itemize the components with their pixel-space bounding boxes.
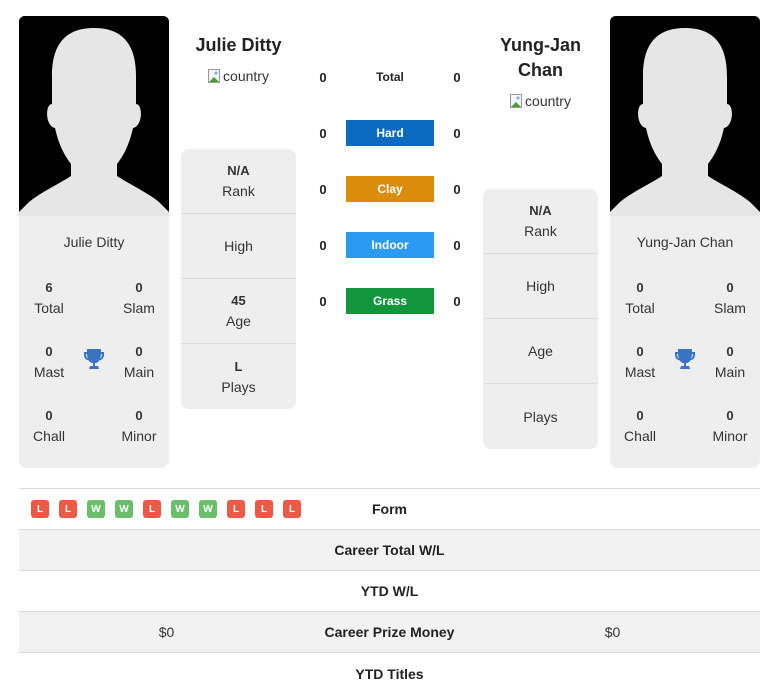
player1-age: 45 Age bbox=[181, 279, 296, 344]
row-label: Career Total W/L bbox=[334, 542, 445, 558]
player1-stat-chall: 0 Chall bbox=[33, 408, 65, 444]
surface-clay-label: Clay bbox=[346, 176, 434, 202]
silhouette-icon bbox=[19, 16, 169, 216]
player2-plays: Plays bbox=[523, 408, 558, 425]
form-badge-loss[interactable]: L bbox=[255, 500, 273, 518]
table-row: YTD Titles bbox=[19, 653, 760, 694]
surface-hard-label: Hard bbox=[346, 120, 434, 146]
silhouette-icon bbox=[610, 16, 760, 216]
player1-value: $0 bbox=[158, 624, 175, 640]
surface-indoor-label: Indoor bbox=[346, 232, 434, 258]
player2-stat-chall: 0 Chall bbox=[624, 408, 656, 444]
p1-total-count: 0 bbox=[319, 69, 327, 85]
surface-row-clay: 0 Clay 0 bbox=[310, 175, 470, 203]
p2-hard-count: 0 bbox=[453, 125, 461, 141]
p2-grass-count: 0 bbox=[453, 293, 461, 309]
player2-high: High bbox=[483, 254, 598, 319]
player1-stat-main: 0 Main bbox=[123, 344, 155, 380]
row-label: Career Prize Money bbox=[324, 624, 455, 640]
form-badge-win[interactable]: W bbox=[199, 500, 217, 518]
surface-row-hard: 0 Hard 0 bbox=[310, 119, 470, 147]
form-badge-win[interactable]: W bbox=[171, 500, 189, 518]
surface-row-grass: 0 Grass 0 bbox=[310, 287, 470, 315]
player2-stat-mast: 0 Mast bbox=[624, 344, 656, 380]
player2-age: Age bbox=[483, 319, 598, 384]
broken-image-icon bbox=[208, 69, 222, 83]
form-badge-loss[interactable]: L bbox=[59, 500, 77, 518]
table-row: $0 Career Prize Money $0 bbox=[19, 612, 760, 653]
player2-info-panel: N/A Rank High Age Plays bbox=[483, 189, 598, 449]
player2-card: Yung-Jan Chan 0 Total 0 Slam 0 Mast 0 Main 0… bbox=[610, 216, 760, 468]
table-row: YTD W/L bbox=[19, 571, 760, 612]
player2-card-name: Yung-Jan Chan bbox=[636, 234, 734, 250]
player1-card: Julie Ditty 6 Total 0 Slam 0 Mast 0 Main 0 Ch… bbox=[19, 216, 169, 468]
form-badge-loss[interactable]: L bbox=[143, 500, 161, 518]
surface-total-label: Total bbox=[376, 70, 404, 84]
p2-indoor-count: 0 bbox=[453, 237, 461, 253]
player1-form-badges: LLWWLWWLLL bbox=[19, 500, 314, 518]
p1-hard-count: 0 bbox=[319, 125, 327, 141]
player2-rank: N/A Rank bbox=[483, 189, 598, 254]
player1-stat-total: 6 Total bbox=[34, 280, 64, 316]
surface-grass-label: Grass bbox=[346, 288, 434, 314]
trophy-icon bbox=[675, 349, 695, 369]
trophy-icon bbox=[84, 349, 104, 369]
player1-high: High bbox=[181, 214, 296, 279]
player1-card-name: Julie Ditty bbox=[63, 234, 125, 250]
table-row: Career Total W/L bbox=[19, 530, 760, 571]
player1-info-panel: N/A Rank High 45 Age L Plays bbox=[181, 149, 296, 409]
broken-image-icon bbox=[510, 94, 524, 108]
player1-country-flag: country bbox=[181, 68, 296, 84]
comparison-table: LLWWLWWLLL Form Career Total W/L YTD W/L… bbox=[19, 488, 760, 694]
player1-stat-minor: 0 Minor bbox=[121, 408, 157, 444]
player2-stat-main: 0 Main bbox=[714, 344, 746, 380]
form-badge-win[interactable]: W bbox=[87, 500, 105, 518]
form-badge-loss[interactable]: L bbox=[283, 500, 301, 518]
player1-rank: N/A Rank bbox=[181, 149, 296, 214]
player1-plays: L Plays bbox=[221, 358, 256, 395]
player2-stat-minor: 0 Minor bbox=[712, 408, 748, 444]
surface-row-total: 0 Total 0 bbox=[310, 63, 470, 91]
form-badge-win[interactable]: W bbox=[115, 500, 133, 518]
form-badge-loss[interactable]: L bbox=[227, 500, 245, 518]
player2-stat-total: 0 Total bbox=[625, 280, 655, 316]
form-label: Form bbox=[372, 501, 407, 517]
player1-stat-slam: 0 Slam bbox=[123, 280, 155, 316]
p1-clay-count: 0 bbox=[319, 181, 327, 197]
row-label: YTD W/L bbox=[360, 583, 419, 599]
player1-photo bbox=[19, 16, 169, 216]
p1-indoor-count: 0 bbox=[319, 237, 327, 253]
player2-photo bbox=[610, 16, 760, 216]
player1-name[interactable]: Julie Ditty bbox=[181, 33, 296, 58]
player2-stat-slam: 0 Slam bbox=[714, 280, 746, 316]
player2-name[interactable]: Yung-Jan Chan bbox=[483, 33, 598, 83]
form-badge-loss[interactable]: L bbox=[31, 500, 49, 518]
player2-value: $0 bbox=[604, 624, 621, 640]
surface-row-indoor: 0 Indoor 0 bbox=[310, 231, 470, 259]
player1-stat-mast: 0 Mast bbox=[33, 344, 65, 380]
row-label: YTD Titles bbox=[355, 665, 424, 682]
p2-clay-count: 0 bbox=[453, 181, 461, 197]
p1-grass-count: 0 bbox=[319, 293, 327, 309]
player2-country-flag: country bbox=[483, 93, 598, 109]
form-row: LLWWLWWLLL Form bbox=[19, 489, 760, 530]
p2-total-count: 0 bbox=[453, 69, 461, 85]
